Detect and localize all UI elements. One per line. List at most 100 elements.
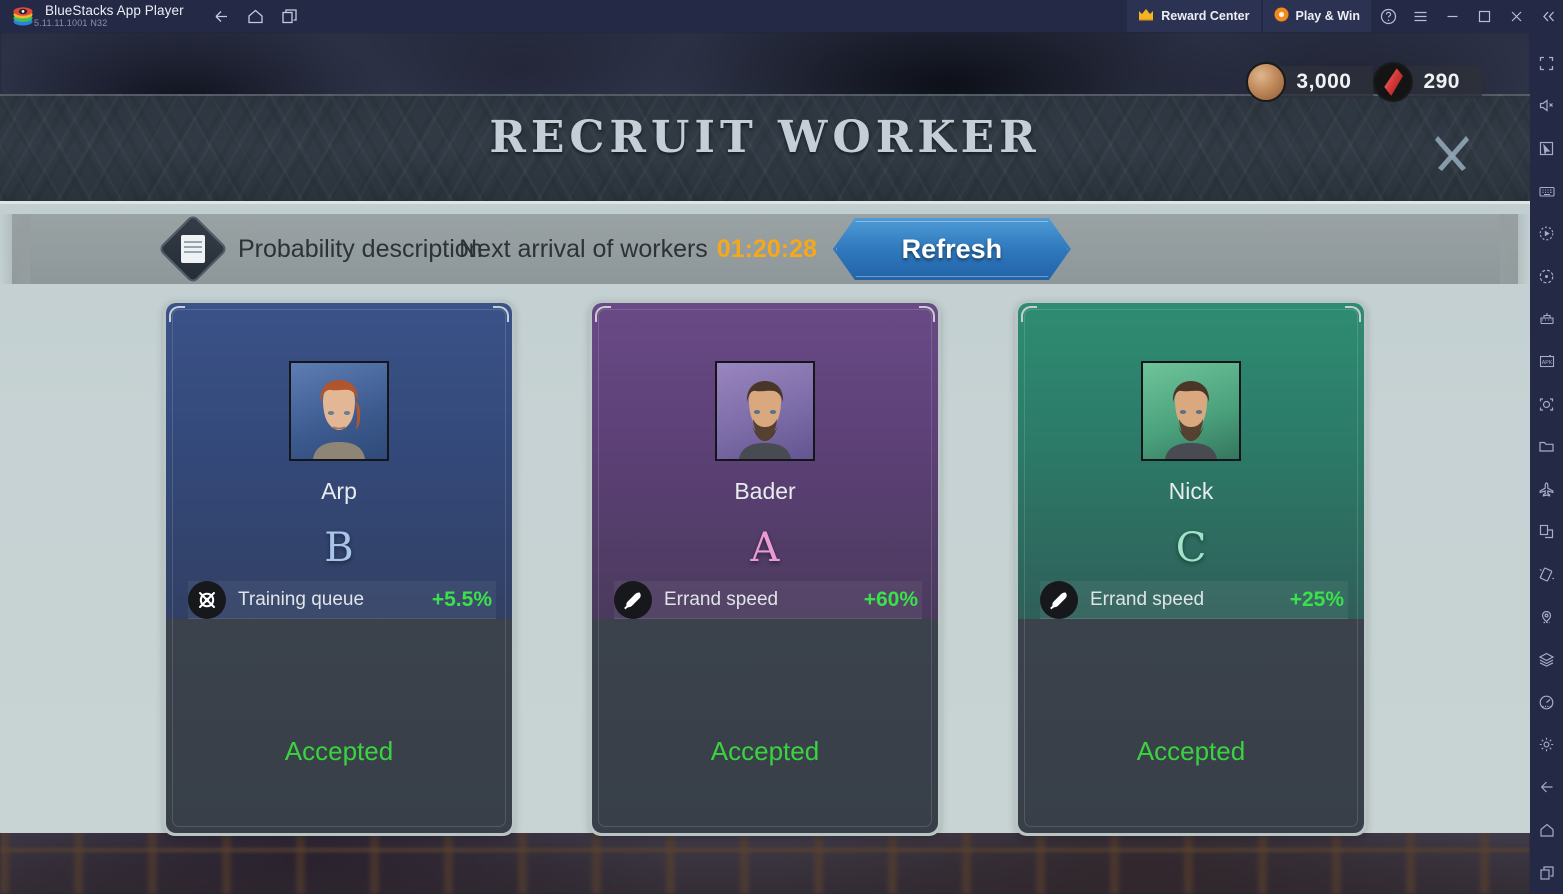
worker-grade: C — [1175, 525, 1207, 571]
dialog-header: RECRUIT WORKER — [0, 94, 1530, 201]
worker-skill-label: Training queue — [238, 588, 365, 610]
coin-currency[interactable]: 3,000 — [1246, 62, 1374, 102]
camera-icon[interactable] — [1530, 383, 1563, 426]
worker-status: Accepted — [284, 736, 394, 766]
play-win-label: Play & Win — [1295, 9, 1360, 23]
timer-value: 01:20:28 — [716, 234, 817, 263]
android-recents-icon[interactable] — [1530, 851, 1563, 894]
game-viewport: 3,000 290 RECRUIT WORKER Probability des… — [0, 32, 1530, 894]
close-icon[interactable] — [1501, 0, 1531, 32]
help-circle-icon[interactable] — [1373, 0, 1403, 32]
dialog-close-button[interactable] — [1424, 124, 1480, 180]
worker-name: Arp — [321, 478, 357, 504]
card-corner — [1021, 306, 1037, 322]
multi-instance-icon[interactable] — [1530, 298, 1563, 341]
refresh-button[interactable]: Refresh — [833, 218, 1071, 280]
resize-window-icon[interactable] — [1530, 511, 1563, 554]
page-title: RECRUIT WORKER — [489, 112, 1041, 163]
keyboard-icon[interactable] — [1530, 170, 1563, 213]
minimize-icon[interactable] — [1437, 0, 1467, 32]
gem-value: 290 — [1423, 70, 1460, 93]
fullscreen-icon[interactable] — [1530, 42, 1563, 85]
worker-name: Nick — [1168, 478, 1214, 504]
titlebar-home-button[interactable] — [240, 2, 272, 30]
speaker-mute-icon[interactable] — [1530, 85, 1563, 128]
coin-value: 3,000 — [1296, 70, 1352, 93]
titlebar: BlueStacks App Player 5.11.11.1001 N32 R… — [0, 0, 1563, 32]
worker-skill-row: Training queue +5.5% — [188, 580, 496, 619]
crossed-swords-target-icon — [188, 580, 226, 619]
timer-group: Next arrival of workers 01:20:28 Refresh — [12, 214, 1518, 284]
titlebar-recents-button[interactable] — [274, 2, 306, 30]
worker-name: Bader — [734, 478, 796, 504]
worker-card-list: Arp B Training queue +5.5% Accepted Bade… — [0, 300, 1530, 836]
info-strip: Probability description Next arrival of … — [0, 213, 1530, 285]
apk-install-icon[interactable]: APK — [1530, 340, 1563, 383]
svg-text:APK: APK — [1541, 360, 1552, 366]
worker-status: Accepted — [710, 736, 820, 766]
android-home-icon[interactable] — [1530, 809, 1563, 852]
reward-center-button[interactable]: Reward Center — [1127, 0, 1261, 32]
boot-speed-icon — [614, 580, 652, 619]
play-win-button[interactable]: Play & Win — [1262, 0, 1371, 32]
airplane-icon[interactable] — [1530, 468, 1563, 511]
bluestacks-logo-icon — [12, 5, 34, 27]
maximize-icon[interactable] — [1469, 0, 1499, 32]
red-crystal-icon — [1373, 62, 1414, 102]
card-top-area — [166, 303, 512, 625]
worker-portrait — [289, 361, 389, 461]
gauge-icon[interactable] — [1530, 681, 1563, 724]
worker-portrait — [1141, 361, 1241, 461]
folder-icon[interactable] — [1530, 425, 1563, 468]
bronze-coin-icon — [1246, 62, 1287, 102]
worker-skill-row: Errand speed +60% — [614, 580, 922, 619]
worker-grade: B — [324, 525, 354, 571]
worker-status: Accepted — [1136, 736, 1246, 766]
layers-icon[interactable] — [1530, 638, 1563, 681]
app-title-group: BlueStacks App Player 5.11.11.1001 N32 — [34, 0, 184, 32]
currency-bar: 3,000 290 — [1246, 62, 1482, 102]
bluestacks-sidebar: APK — [1530, 32, 1563, 894]
app-version: 5.11.11.1001 N32 — [34, 18, 108, 28]
android-back-icon[interactable] — [1530, 766, 1563, 809]
rotate-icon[interactable] — [1530, 255, 1563, 298]
titlebar-right-group: Reward Center Play & Win — [1127, 0, 1563, 32]
worker-card[interactable]: Arp B Training queue +5.5% Accepted — [163, 300, 515, 836]
card-bottom-area — [166, 619, 512, 833]
card-bottom-area — [1018, 619, 1364, 833]
card-top-area — [1018, 303, 1364, 625]
card-bottom-area — [592, 619, 938, 833]
cursor-pointer-icon[interactable] — [1530, 127, 1563, 170]
worker-card[interactable]: Bader A Errand speed +60% Accepted — [589, 300, 941, 836]
crown-icon — [1138, 8, 1154, 24]
timer-label: Next arrival of workers — [459, 234, 708, 263]
shake-icon[interactable] — [1530, 553, 1563, 596]
worker-skill-value: +25% — [1289, 587, 1344, 611]
worker-skill-label: Errand speed — [1090, 588, 1205, 610]
panel-top-edge — [0, 201, 1530, 204]
worker-skill-row: Errand speed +25% — [1040, 580, 1348, 619]
worker-portrait — [715, 361, 815, 461]
boot-speed-icon — [1040, 580, 1078, 619]
worker-grade: A — [750, 525, 780, 571]
chevron-double-left-icon[interactable] — [1533, 0, 1563, 32]
coin-badge-icon — [1274, 7, 1289, 25]
card-corner — [169, 306, 185, 322]
gear-icon[interactable] — [1530, 724, 1563, 767]
hamburger-menu-icon[interactable] — [1405, 0, 1435, 32]
background-rail — [0, 848, 1530, 852]
reward-center-label: Reward Center — [1161, 9, 1250, 23]
app-name: BlueStacks App Player — [45, 3, 184, 18]
card-corner — [595, 306, 611, 322]
location-pin-icon[interactable] — [1530, 596, 1563, 639]
close-x-brush-icon — [1435, 136, 1469, 171]
gem-currency[interactable]: 290 — [1373, 62, 1482, 102]
worker-skill-value: +5.5% — [431, 587, 492, 611]
titlebar-back-button[interactable] — [206, 2, 238, 30]
bluestacks-window: BlueStacks App Player 5.11.11.1001 N32 R… — [0, 0, 1563, 894]
worker-skill-value: +60% — [863, 587, 918, 611]
worker-skill-label: Errand speed — [664, 588, 779, 610]
worker-card[interactable]: Nick C Errand speed +25% Accepted — [1015, 300, 1367, 836]
titlebar-nav — [206, 2, 306, 30]
play-record-icon[interactable] — [1530, 212, 1563, 255]
